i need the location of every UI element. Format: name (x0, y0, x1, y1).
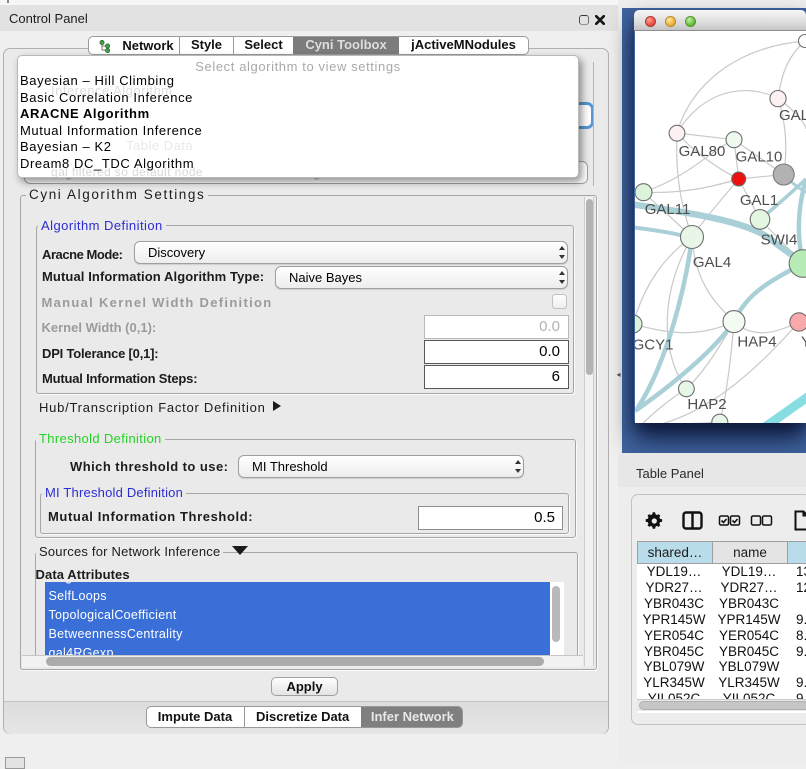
svg-text:GAL80: GAL80 (679, 143, 726, 160)
svg-text:GAL7: GAL7 (779, 107, 806, 124)
svg-text:GAL1: GAL1 (740, 192, 778, 209)
svg-text:GCY1: GCY1 (635, 337, 673, 354)
svg-text:GAL11: GAL11 (645, 201, 691, 218)
svg-text:HAP4: HAP4 (737, 334, 776, 351)
svg-text:HAP2: HAP2 (687, 396, 726, 413)
svg-text:GAL4: GAL4 (693, 254, 731, 271)
svg-text:SWI4: SWI4 (761, 232, 798, 249)
svg-text:Y: Y (801, 334, 806, 351)
svg-text:GAL10: GAL10 (736, 149, 783, 166)
